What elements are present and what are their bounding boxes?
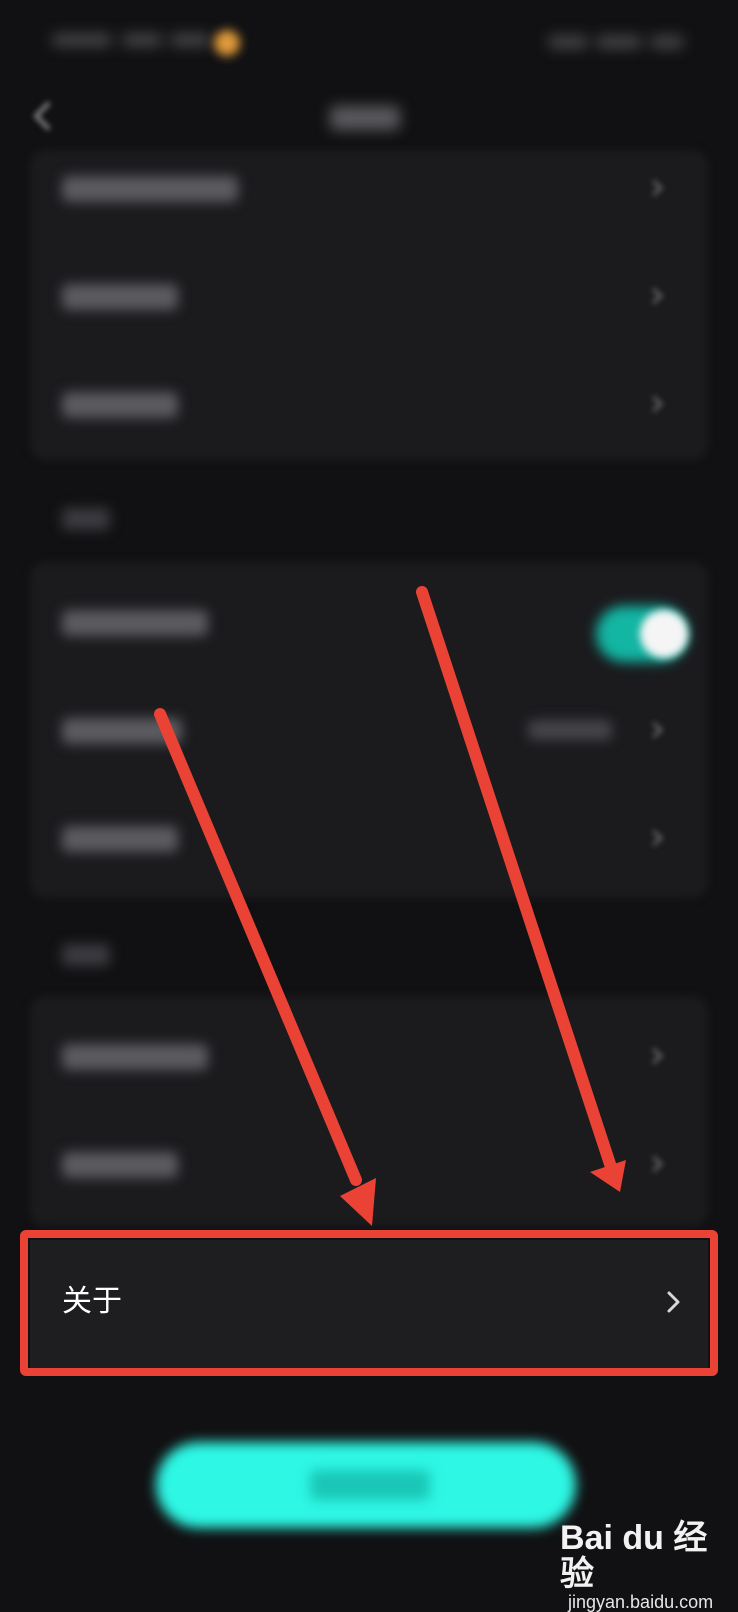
settings-row-5-label[interactable] [62,718,182,744]
chevron-right-icon [650,1046,664,1066]
toggle-knob [640,610,688,658]
notification-badge-icon [214,30,240,56]
chevron-right-icon [650,828,664,848]
page-title [330,96,410,140]
status-bar-right-info [548,32,688,52]
chevron-right-icon [650,286,664,306]
settings-row-4-label[interactable] [62,610,208,636]
watermark-url: jingyan.baidu.com [568,1592,714,1612]
logout-button-label [310,1470,430,1500]
settings-row-7-label[interactable] [62,1044,208,1070]
settings-row-5-value [528,720,612,740]
watermark-brand: Bai du 经验 [560,1519,708,1593]
settings-row-6-label[interactable] [62,826,178,852]
section-label-general [62,508,110,530]
settings-card-3 [30,996,708,1226]
section-label-other [62,944,110,966]
settings-row-3-label[interactable] [62,392,178,418]
back-arrow-icon[interactable] [24,96,64,136]
status-bar [0,0,738,84]
settings-row-2-label[interactable] [62,284,178,310]
highlight-box [20,1230,718,1376]
chevron-right-icon [650,720,664,740]
chevron-right-icon [650,394,664,414]
settings-row-8-label[interactable] [62,1152,178,1178]
chevron-right-icon [650,1154,664,1174]
chevron-right-icon [650,178,664,198]
baidu-watermark: Bai du 经验 jingyan.baidu.com [560,1519,730,1612]
settings-row-1-label[interactable] [62,176,238,202]
